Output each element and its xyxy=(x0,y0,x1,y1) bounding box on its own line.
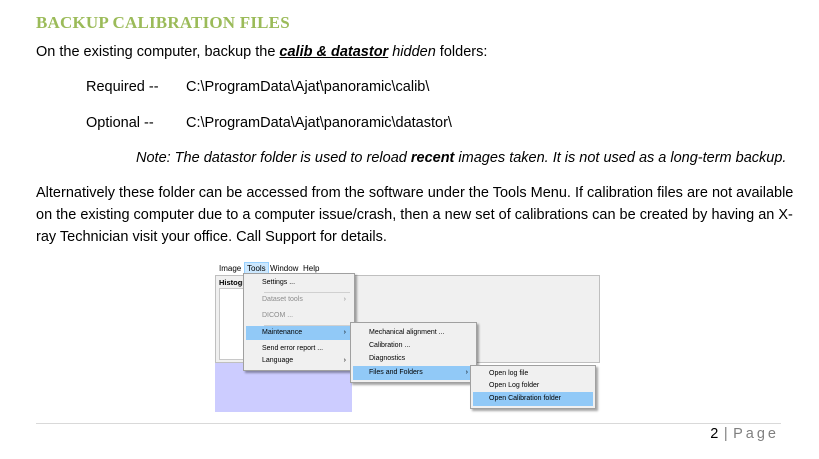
tools-menu: Settings ... Dataset tools › DICOM ... Ma… xyxy=(243,273,355,371)
page-number: 2 xyxy=(710,426,720,442)
note-text: Note: The datastor folder is used to rel… xyxy=(136,150,787,166)
paragraph-line: on the existing computer due to a comput… xyxy=(36,207,793,223)
menu-item-dataset-tools[interactable]: Dataset tools › xyxy=(246,293,352,307)
files-folders-submenu: Open log file Open Log folder Open Calib… xyxy=(470,365,596,409)
histogram-label: Histogr xyxy=(219,278,246,287)
optional-label: Optional -- xyxy=(86,115,154,131)
page-footer: 2 | Page xyxy=(710,426,779,442)
section-heading: BACKUP CALIBRATION FILES xyxy=(36,13,290,32)
menu-item-open-log-folder[interactable]: Open Log folder xyxy=(473,379,593,393)
chevron-right-icon: › xyxy=(343,357,346,364)
chevron-right-icon: › xyxy=(343,296,346,303)
paragraph-line: Alternatively these folder can be access… xyxy=(36,185,794,201)
menu-item-maintenance[interactable]: Maintenance › xyxy=(246,326,352,340)
menu-item-calibration[interactable]: Calibration ... xyxy=(353,339,474,353)
chevron-right-icon: › xyxy=(465,369,468,376)
required-path: C:\ProgramData\Ajat\panoramic\calib\ xyxy=(186,79,430,95)
required-label: Required -- xyxy=(86,79,159,95)
footer-separator: | xyxy=(723,426,730,442)
menu-item-mechanical-alignment[interactable]: Mechanical alignment ... xyxy=(353,326,474,340)
intro-text: On the existing computer, backup the cal… xyxy=(36,44,488,60)
software-screenshot: Image Tools Window Help Histogr Settings… xyxy=(215,262,600,412)
menu-item-language[interactable]: Language › xyxy=(246,354,352,368)
menu-item-diagnostics[interactable]: Diagnostics xyxy=(353,352,474,366)
maintenance-submenu: Mechanical alignment ... Calibration ...… xyxy=(350,322,477,383)
page-word: Page xyxy=(733,426,779,442)
chevron-right-icon: › xyxy=(343,329,346,336)
folders-emphasis: calib & datastor xyxy=(279,44,389,60)
menu-item-files-and-folders[interactable]: Files and Folders › xyxy=(353,366,474,380)
menu-image[interactable]: Image xyxy=(219,263,241,274)
footer-rule xyxy=(36,423,781,424)
menu-item-settings[interactable]: Settings ... xyxy=(246,276,352,290)
paragraph-line: ray Technician visit your office. Call S… xyxy=(36,229,387,245)
menu-item-dicom[interactable]: DICOM ... xyxy=(246,309,352,323)
optional-path: C:\ProgramData\Ajat\panoramic\datastor\ xyxy=(186,115,452,131)
menu-item-open-calibration-folder[interactable]: Open Calibration folder xyxy=(473,392,593,406)
instructions-paragraph: Alternatively these folder can be access… xyxy=(36,182,796,248)
